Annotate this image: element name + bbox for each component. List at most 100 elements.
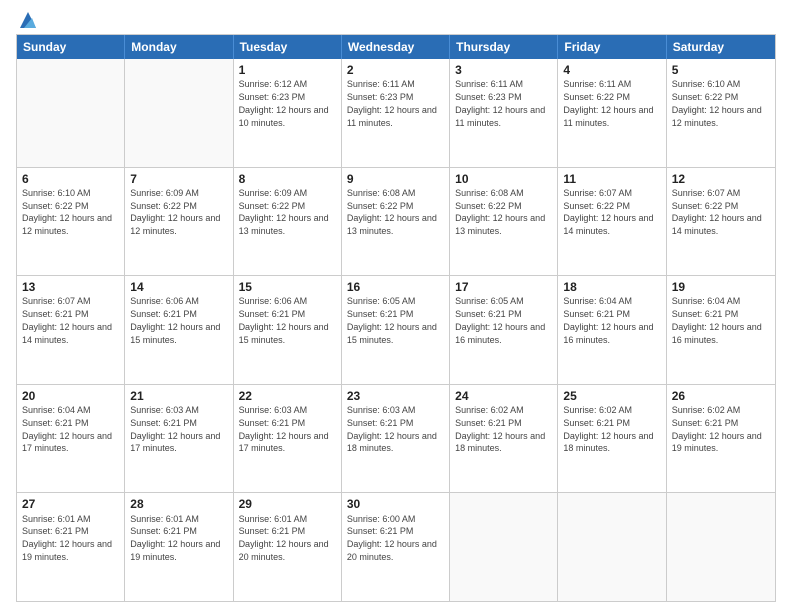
calendar-cell [17,59,125,167]
calendar-cell: 1Sunrise: 6:12 AM Sunset: 6:23 PM Daylig… [234,59,342,167]
cell-info: Sunrise: 6:00 AM Sunset: 6:21 PM Dayligh… [347,514,437,562]
day-number: 4 [563,62,660,78]
day-number: 28 [130,496,227,512]
day-number: 15 [239,279,336,295]
calendar-cell: 28 Sunrise: 6:01 AM Sunset: 6:21 PM Dayli… [125,493,233,601]
header-day-thursday: Thursday [450,35,558,59]
calendar-cell: 16Sunrise: 6:05 AM Sunset: 6:21 PM Dayli… [342,276,450,384]
day-number: 7 [130,171,227,187]
day-number: 29 [239,496,336,512]
day-number: 3 [455,62,552,78]
day-number: 13 [22,279,119,295]
cell-info: Sunrise: 6:03 AM Sunset: 6:21 PM Dayligh… [239,405,329,453]
calendar-row: 27 Sunrise: 6:01 AM Sunset: 6:21 PM Dayli… [17,492,775,601]
calendar-row: 13Sunrise: 6:07 AM Sunset: 6:21 PM Dayli… [17,275,775,384]
cell-info: Sunrise: 6:01 AM Sunset: 6:21 PM Dayligh… [22,514,112,562]
page: SundayMondayTuesdayWednesdayThursdayFrid… [0,0,792,612]
day-number: 21 [130,388,227,404]
day-number: 30 [347,496,444,512]
cell-info: Sunrise: 6:01 AM Sunset: 6:21 PM Dayligh… [239,514,329,562]
cell-info: Sunrise: 6:08 AM Sunset: 6:22 PM Dayligh… [347,188,437,236]
calendar-row: 20Sunrise: 6:04 AM Sunset: 6:21 PM Dayli… [17,384,775,493]
day-number: 27 [22,496,119,512]
cell-info: Sunrise: 6:07 AM Sunset: 6:21 PM Dayligh… [22,296,112,344]
calendar-cell: 25Sunrise: 6:02 AM Sunset: 6:21 PM Dayli… [558,385,666,493]
day-number: 8 [239,171,336,187]
cell-info: Sunrise: 6:08 AM Sunset: 6:22 PM Dayligh… [455,188,545,236]
cell-info: Sunrise: 6:09 AM Sunset: 6:22 PM Dayligh… [130,188,220,236]
day-number: 17 [455,279,552,295]
day-number: 18 [563,279,660,295]
calendar-cell: 6Sunrise: 6:10 AM Sunset: 6:22 PM Daylig… [17,168,125,276]
cell-info: Sunrise: 6:11 AM Sunset: 6:23 PM Dayligh… [455,79,545,127]
calendar-cell: 15Sunrise: 6:06 AM Sunset: 6:21 PM Dayli… [234,276,342,384]
day-number: 10 [455,171,552,187]
day-number: 16 [347,279,444,295]
day-number: 2 [347,62,444,78]
calendar-cell: 5Sunrise: 6:10 AM Sunset: 6:22 PM Daylig… [667,59,775,167]
day-number: 1 [239,62,336,78]
cell-info: Sunrise: 6:07 AM Sunset: 6:22 PM Dayligh… [672,188,762,236]
cell-info: Sunrise: 6:10 AM Sunset: 6:22 PM Dayligh… [22,188,112,236]
cell-info: Sunrise: 6:07 AM Sunset: 6:22 PM Dayligh… [563,188,653,236]
cell-info: Sunrise: 6:10 AM Sunset: 6:22 PM Dayligh… [672,79,762,127]
calendar-cell: 2Sunrise: 6:11 AM Sunset: 6:23 PM Daylig… [342,59,450,167]
calendar-cell: 11Sunrise: 6:07 AM Sunset: 6:22 PM Dayli… [558,168,666,276]
calendar-cell: 14Sunrise: 6:06 AM Sunset: 6:21 PM Dayli… [125,276,233,384]
day-number: 9 [347,171,444,187]
calendar-cell: 30 Sunrise: 6:00 AM Sunset: 6:21 PM Dayli… [342,493,450,601]
cell-info: Sunrise: 6:02 AM Sunset: 6:21 PM Dayligh… [563,405,653,453]
day-number: 26 [672,388,770,404]
calendar-cell: 24Sunrise: 6:02 AM Sunset: 6:21 PM Dayli… [450,385,558,493]
cell-info: Sunrise: 6:04 AM Sunset: 6:21 PM Dayligh… [563,296,653,344]
cell-info: Sunrise: 6:06 AM Sunset: 6:21 PM Dayligh… [239,296,329,344]
calendar-cell: 3Sunrise: 6:11 AM Sunset: 6:23 PM Daylig… [450,59,558,167]
cell-info: Sunrise: 6:03 AM Sunset: 6:21 PM Dayligh… [130,405,220,453]
calendar-body: 1Sunrise: 6:12 AM Sunset: 6:23 PM Daylig… [17,59,775,601]
calendar-cell [450,493,558,601]
calendar-cell: 4Sunrise: 6:11 AM Sunset: 6:22 PM Daylig… [558,59,666,167]
calendar-header: SundayMondayTuesdayWednesdayThursdayFrid… [17,35,775,59]
calendar-cell: 10Sunrise: 6:08 AM Sunset: 6:22 PM Dayli… [450,168,558,276]
cell-info: Sunrise: 6:01 AM Sunset: 6:21 PM Dayligh… [130,514,220,562]
cell-info: Sunrise: 6:09 AM Sunset: 6:22 PM Dayligh… [239,188,329,236]
calendar-cell: 21Sunrise: 6:03 AM Sunset: 6:21 PM Dayli… [125,385,233,493]
calendar-cell: 23Sunrise: 6:03 AM Sunset: 6:21 PM Dayli… [342,385,450,493]
day-number: 24 [455,388,552,404]
calendar-cell [667,493,775,601]
logo [16,12,38,26]
cell-info: Sunrise: 6:11 AM Sunset: 6:22 PM Dayligh… [563,79,653,127]
header [16,12,776,26]
calendar-cell: 17Sunrise: 6:05 AM Sunset: 6:21 PM Dayli… [450,276,558,384]
logo-icon [18,10,38,30]
header-day-friday: Friday [558,35,666,59]
day-number: 11 [563,171,660,187]
calendar-cell: 20Sunrise: 6:04 AM Sunset: 6:21 PM Dayli… [17,385,125,493]
calendar-cell: 27 Sunrise: 6:01 AM Sunset: 6:21 PM Dayli… [17,493,125,601]
cell-info: Sunrise: 6:04 AM Sunset: 6:21 PM Dayligh… [672,296,762,344]
header-day-monday: Monday [125,35,233,59]
day-number: 19 [672,279,770,295]
day-number: 5 [672,62,770,78]
calendar-cell: 26Sunrise: 6:02 AM Sunset: 6:21 PM Dayli… [667,385,775,493]
day-number: 6 [22,171,119,187]
calendar-cell [125,59,233,167]
calendar-cell: 9Sunrise: 6:08 AM Sunset: 6:22 PM Daylig… [342,168,450,276]
calendar-cell: 12Sunrise: 6:07 AM Sunset: 6:22 PM Dayli… [667,168,775,276]
day-number: 20 [22,388,119,404]
cell-info: Sunrise: 6:04 AM Sunset: 6:21 PM Dayligh… [22,405,112,453]
day-number: 22 [239,388,336,404]
calendar-cell: 7Sunrise: 6:09 AM Sunset: 6:22 PM Daylig… [125,168,233,276]
day-number: 23 [347,388,444,404]
calendar-cell: 29 Sunrise: 6:01 AM Sunset: 6:21 PM Dayli… [234,493,342,601]
cell-info: Sunrise: 6:11 AM Sunset: 6:23 PM Dayligh… [347,79,437,127]
header-day-wednesday: Wednesday [342,35,450,59]
header-day-tuesday: Tuesday [234,35,342,59]
header-day-sunday: Sunday [17,35,125,59]
cell-info: Sunrise: 6:06 AM Sunset: 6:21 PM Dayligh… [130,296,220,344]
header-day-saturday: Saturday [667,35,775,59]
cell-info: Sunrise: 6:03 AM Sunset: 6:21 PM Dayligh… [347,405,437,453]
calendar-cell: 18Sunrise: 6:04 AM Sunset: 6:21 PM Dayli… [558,276,666,384]
cell-info: Sunrise: 6:05 AM Sunset: 6:21 PM Dayligh… [347,296,437,344]
cell-info: Sunrise: 6:02 AM Sunset: 6:21 PM Dayligh… [672,405,762,453]
